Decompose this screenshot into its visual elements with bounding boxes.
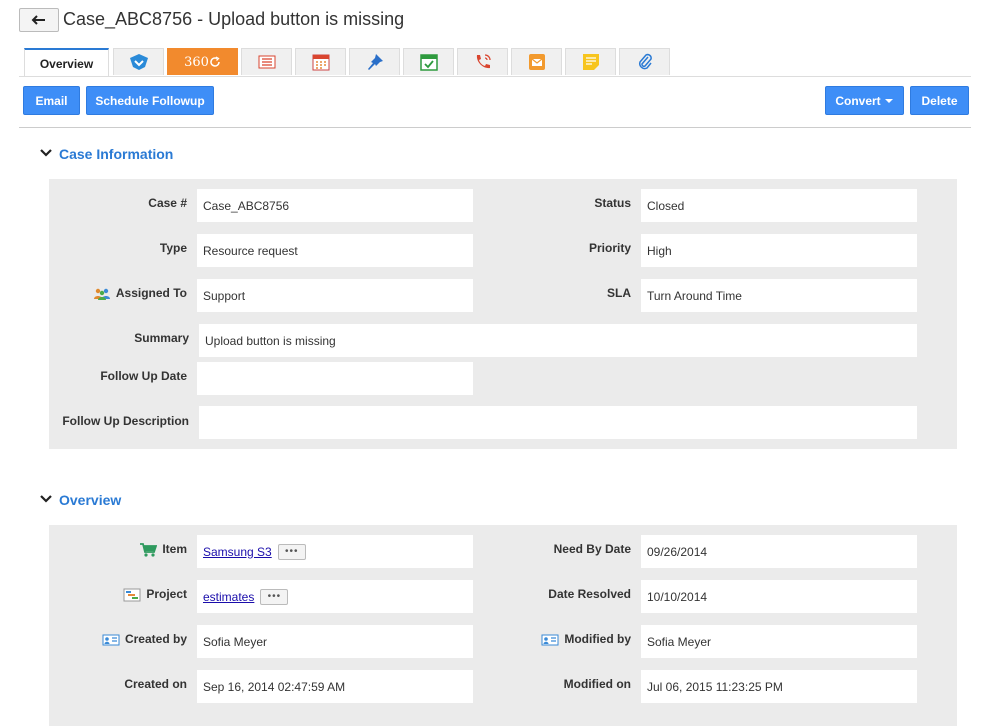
need-by-date-value: 09/26/2014: [641, 535, 917, 568]
modified-on-value: Jul 06, 2015 11:23:25 PM: [641, 670, 917, 703]
mail-icon: [528, 54, 545, 70]
project-icon: [123, 588, 141, 602]
project-label-group: Project: [60, 587, 187, 602]
modified-by-label: Modified by: [564, 632, 631, 646]
tab-overview[interactable]: Overview: [24, 48, 109, 77]
delete-button[interactable]: Delete: [910, 86, 969, 115]
item-link[interactable]: Samsung S3: [203, 545, 272, 559]
case-number-value: Case_ABC8756: [197, 189, 473, 222]
sla-value: Turn Around Time: [641, 279, 917, 312]
tab-calls[interactable]: [457, 48, 508, 75]
case-number-label: Case #: [148, 196, 187, 210]
cart-icon: [140, 543, 158, 557]
project-link[interactable]: estimates: [203, 590, 254, 604]
email-button[interactable]: Email: [23, 86, 80, 115]
tab-pin[interactable]: [349, 48, 400, 75]
modified-by-value: Sofia Meyer: [641, 625, 917, 658]
date-resolved-value: 10/10/2014: [641, 580, 917, 613]
project-value: estimates •••: [197, 580, 473, 613]
priority-label: Priority: [588, 241, 631, 255]
created-on-value: Sep 16, 2014 02:47:59 AM: [197, 670, 473, 703]
chevron-down-icon: [40, 494, 56, 506]
page-title: Case_ABC8756 - Upload button is missing: [63, 9, 405, 29]
follow-up-description-label: Follow Up Description: [62, 414, 189, 428]
item-label: Item: [162, 542, 187, 557]
users-icon: [93, 288, 110, 300]
case-information-header[interactable]: Case Information: [40, 146, 173, 162]
list-icon: [258, 55, 275, 69]
back-button[interactable]: [19, 8, 59, 32]
priority-value: High: [641, 234, 917, 267]
calendar-icon: [312, 54, 329, 71]
summary-label: Summary: [134, 331, 189, 345]
status-value: Closed: [641, 189, 917, 222]
type-label: Type: [159, 241, 187, 255]
assigned-to-label: Assigned To: [115, 286, 187, 300]
created-by-label: Created by: [124, 632, 187, 646]
follow-up-description-value: [199, 406, 917, 439]
need-by-date-label: Need By Date: [553, 542, 631, 556]
tab-emails[interactable]: [511, 48, 562, 75]
status-label: Status: [594, 196, 631, 210]
chevron-down-icon: [40, 148, 56, 160]
shield-icon: [129, 54, 148, 70]
created-by-value: Sofia Meyer: [197, 625, 473, 658]
calendar-check-icon: [419, 54, 438, 71]
tab-360-label: 360: [184, 54, 209, 70]
tab-sticky[interactable]: [565, 48, 616, 75]
pin-icon: [367, 54, 383, 70]
sticky-note-icon: [582, 54, 599, 70]
convert-label: Convert: [835, 93, 881, 108]
project-more-button[interactable]: •••: [260, 588, 289, 605]
id-card-icon: [541, 634, 559, 646]
project-label: Project: [146, 587, 187, 601]
refresh-icon: [210, 56, 220, 67]
tab-notes[interactable]: [241, 48, 292, 75]
date-resolved-label: Date Resolved: [548, 587, 631, 601]
summary-value: Upload button is missing: [199, 324, 917, 357]
created-by-label-group: Created by: [60, 632, 187, 646]
tab-bar: Overview 360: [24, 48, 673, 77]
assigned-to-label-group: Assigned To: [60, 286, 187, 300]
modified-by-label-group: Modified by: [500, 632, 631, 646]
convert-button[interactable]: Convert: [825, 86, 904, 115]
tab-shield[interactable]: [113, 48, 164, 75]
item-label-group: Item: [60, 542, 187, 558]
tab-360[interactable]: 360: [167, 48, 238, 75]
phone-icon: [476, 54, 491, 69]
modified-on-label: Modified on: [563, 677, 631, 691]
tab-calendar[interactable]: [295, 48, 346, 75]
follow-up-date-label: Follow Up Date: [100, 369, 187, 383]
paperclip-icon: [638, 53, 652, 70]
id-card-icon: [102, 634, 120, 646]
created-on-label: Created on: [124, 677, 187, 691]
type-value: Resource request: [197, 234, 473, 267]
item-more-button[interactable]: •••: [277, 543, 306, 560]
header-divider: [19, 127, 971, 128]
overview-header[interactable]: Overview: [40, 492, 121, 508]
tab-tasks[interactable]: [403, 48, 454, 75]
overview-title: Overview: [59, 492, 122, 508]
assigned-to-value: Support: [197, 279, 473, 312]
tab-attachments[interactable]: [619, 48, 670, 75]
schedule-followup-button[interactable]: Schedule Followup: [86, 86, 214, 115]
tab-divider: [19, 76, 971, 77]
item-value: Samsung S3 •••: [197, 535, 473, 568]
case-information-title: Case Information: [59, 146, 174, 162]
back-arrow-icon: [31, 15, 45, 25]
caret-down-icon: [884, 98, 893, 103]
follow-up-date-value: [197, 362, 473, 395]
sla-label: SLA: [607, 286, 631, 300]
